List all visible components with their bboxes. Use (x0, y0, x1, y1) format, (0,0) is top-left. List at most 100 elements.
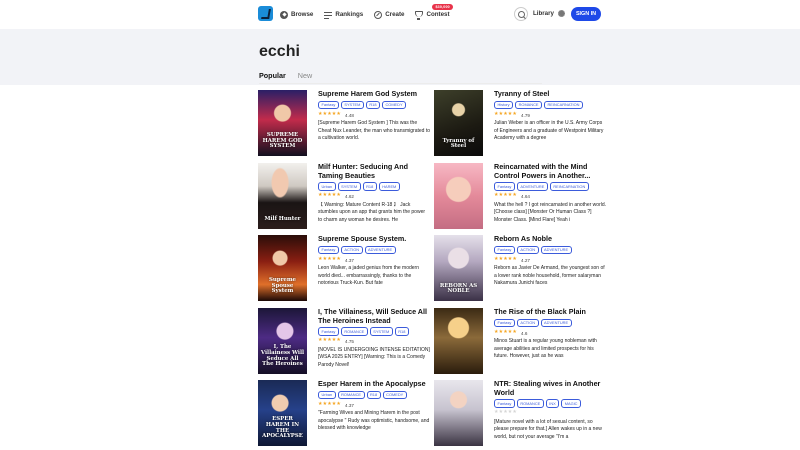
book-cover[interactable]: Tyranny of Steel (434, 90, 483, 156)
book-cover[interactable]: SUPREME HAREM GOD SYSTEM (258, 90, 307, 156)
book-description: "Farming Wives and Mining Harem in the p… (318, 410, 430, 432)
genre-tag[interactable]: ACTION (516, 318, 539, 328)
genre-tag[interactable]: SYSTEM (337, 182, 361, 191)
genre-tag[interactable]: ADVENTURE (516, 182, 548, 191)
book-card[interactable]: Reincarnated with the Mind Control Power… (434, 162, 606, 229)
pen-icon (374, 10, 383, 19)
book-cover[interactable]: Milf Hunter (258, 163, 307, 229)
settings-gear-icon[interactable] (558, 10, 565, 17)
genre-tag[interactable]: ACTION (516, 245, 539, 255)
book-cover[interactable]: ESPER HAREM IN THE APOCALYPSE (258, 380, 307, 446)
book-title[interactable]: I, The Villainess, Will Seduce All The H… (318, 307, 430, 325)
book-cover[interactable]: Supreme Spouse System (258, 235, 307, 301)
book-card[interactable]: NTR: Stealing wives in Another World Fant… (434, 379, 602, 446)
star-rating-icon: ★★★★★ (494, 193, 518, 199)
genre-tag[interactable]: ROMANCE (515, 100, 542, 110)
book-title[interactable]: Reincarnated with the Mind Control Power… (494, 162, 606, 180)
book-card[interactable]: I, The Villainess Will Seduce All The He… (258, 307, 430, 374)
star-rating-icon: ★★★★★ (318, 338, 342, 344)
book-description: [Mature novel with a lot of sexual conte… (494, 418, 602, 441)
book-rating: ★★★★★ 4.6 (494, 330, 606, 336)
book-title[interactable]: The Rise of the Black Plain (494, 307, 606, 317)
book-info: The Rise of the Black Plain Fantasy ACTION… (494, 307, 606, 361)
book-card[interactable]: SUPREME HAREM GOD SYSTEM Supreme Harem Go… (258, 89, 430, 156)
book-title[interactable]: Milf Hunter: Seducing And Taming Beautie… (318, 162, 430, 180)
page-title: ecchi (259, 43, 300, 60)
genre-tag[interactable]: Urban (318, 182, 336, 191)
genre-tag[interactable]: MAGIC (561, 399, 581, 408)
book-card[interactable]: Tyranny of Steel Tyranny of Steel History R… (434, 89, 603, 156)
genre-tag[interactable]: COMEDY (382, 390, 407, 400)
book-description: Leon Walker, a jaded genius from the mod… (318, 265, 419, 287)
book-cover[interactable] (434, 380, 483, 446)
book-cover-title: Milf Hunter (264, 216, 301, 223)
star-rating-icon: ★★★★★ (494, 410, 518, 416)
book-rating: ★★★★★ (494, 411, 606, 417)
star-rating-icon: ★★★★★ (318, 256, 342, 262)
rating-score: 4.6 (521, 330, 528, 336)
nav-browse[interactable]: Browse (280, 10, 313, 19)
book-cover[interactable]: I, The Villainess Will Seduce All The He… (258, 308, 307, 374)
genre-tag[interactable]: Fantasy (318, 327, 339, 336)
genre-tag[interactable]: REINCARNATION (544, 100, 583, 110)
genre-tag[interactable]: Fantasy (494, 182, 515, 191)
genre-tag[interactable]: SYSTEM (340, 100, 364, 110)
book-title[interactable]: Tyranny of Steel (494, 89, 606, 99)
book-card[interactable]: Supreme Spouse System Supreme Spouse Syst… (258, 234, 423, 301)
book-cover[interactable] (434, 163, 483, 229)
nav-rankings[interactable]: Rankings (324, 11, 363, 19)
book-title[interactable]: Supreme Spouse System. (318, 234, 430, 244)
star-rating-icon: ★★★★★ (318, 111, 342, 117)
search-button[interactable] (514, 7, 528, 21)
genre-tag[interactable]: Fantasy (494, 245, 515, 255)
library-link[interactable]: Library (533, 10, 554, 17)
genre-tag[interactable]: ADVENTURE (364, 245, 396, 255)
book-rating: ★★★★★ 4.62 (318, 194, 430, 200)
book-tags: Fantasy ROMANCE SYSTEM R18 (318, 327, 430, 336)
genre-tag[interactable]: Fantasy (494, 318, 515, 328)
genre-tag[interactable]: R18 (394, 327, 409, 336)
genre-tag[interactable]: HAREM (378, 182, 400, 191)
genre-tag[interactable]: Fantasy (494, 399, 515, 408)
book-tags: Fantasy ACTION ADVENTURE (318, 245, 430, 255)
book-cover-title: SUPREME HAREM GOD SYSTEM (262, 131, 303, 150)
rating-score: 4.48 (345, 112, 354, 118)
book-card[interactable]: Milf Hunter Milf Hunter: Seducing And Tam… (258, 162, 425, 229)
nav-create[interactable]: Create (374, 10, 404, 19)
genre-tag[interactable]: REINCARNATION (549, 182, 589, 191)
book-card[interactable]: The Rise of the Black Plain Fantasy ACTION… (434, 307, 599, 374)
genre-tag[interactable]: ROMANCE (340, 327, 368, 336)
book-cover[interactable]: REBORN AS NOBLE (434, 235, 483, 301)
genre-tag[interactable]: R18 (362, 182, 377, 191)
book-title[interactable]: Reborn As Noble (494, 234, 606, 244)
rating-score: 4.62 (345, 194, 354, 200)
genre-tag[interactable]: History (494, 100, 514, 110)
book-tags: Fantasy SYSTEM R18 COMEDY (318, 100, 430, 110)
genre-tag[interactable]: ADVENTURE (540, 318, 572, 328)
genre-tag[interactable]: COMEDY (381, 100, 407, 110)
genre-tag[interactable]: Fantasy (318, 245, 339, 255)
genre-tag[interactable]: R18 (365, 100, 380, 110)
book-card[interactable]: ESPER HAREM IN THE APOCALYPSE Esper Harem… (258, 379, 429, 446)
book-title[interactable]: Esper Harem in the Apocalypse (318, 379, 430, 389)
book-cover[interactable] (434, 308, 483, 374)
nav-contest[interactable]: Contest $30,000 (415, 4, 453, 20)
genre-tag[interactable]: ACTION (340, 245, 363, 255)
book-title[interactable]: Supreme Harem God System (318, 89, 430, 99)
genre-tag[interactable]: ROMANCE (516, 399, 544, 408)
book-tags: Fantasy ROMANCE INX MAGIC (494, 399, 606, 408)
site-logo-icon[interactable] (258, 6, 273, 21)
genre-tag[interactable]: Fantasy (318, 100, 339, 110)
star-rating-icon: ★★★★★ (494, 256, 518, 262)
book-card[interactable]: REBORN AS NOBLE Reborn As Noble Fantasy ACT… (434, 234, 605, 301)
book-info: NTR: Stealing wives in Another World Fant… (494, 379, 606, 442)
book-info: Esper Harem in the Apocalypse Urban ROMANC… (318, 379, 430, 433)
book-title[interactable]: NTR: Stealing wives in Another World (494, 379, 606, 397)
genre-tag[interactable]: ROMANCE (337, 390, 365, 400)
genre-tag[interactable]: ADVENTURE (540, 245, 572, 255)
genre-tag[interactable]: Urban (318, 390, 336, 400)
genre-tag[interactable]: R18 (366, 390, 381, 400)
genre-tag[interactable]: SYSTEM (369, 327, 393, 336)
sign-in-button[interactable]: SIGN IN (571, 7, 601, 21)
genre-tag[interactable]: INX (545, 399, 560, 408)
